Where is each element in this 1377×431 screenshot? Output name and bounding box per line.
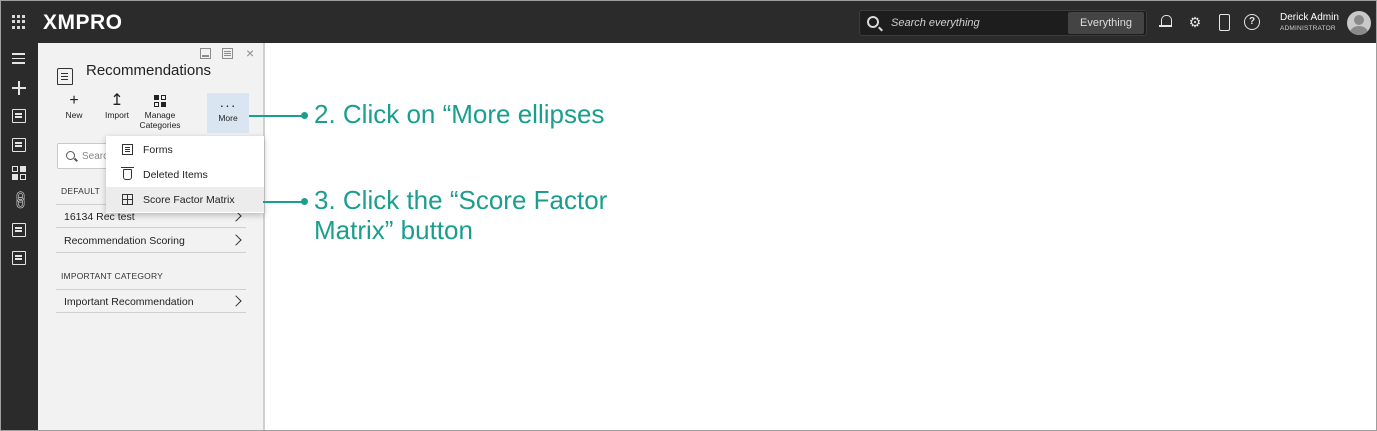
form-icon [122,144,133,155]
recommendations-panel: × Recommendations + New ↥ Import Manage … [38,43,265,430]
callout-line [249,115,305,117]
menu-item-label: Score Factor Matrix [143,194,235,206]
import-button[interactable]: ↥ Import [103,92,131,121]
import-button-label: Import [104,110,130,120]
top-bar: XMPRO Search everything Everything ⚙ ? D… [1,1,1376,43]
chevron-right-icon [230,295,242,307]
more-dropdown-menu: Forms Deleted Items Score Factor Matrix [106,136,264,213]
category-header-default: DEFAULT [61,186,101,196]
more-button-label: More [218,113,238,123]
callout-line [263,201,305,203]
dashboard-icon[interactable] [12,166,26,180]
search-scope-button[interactable]: Everything [1068,12,1144,34]
menu-item-deleted-items[interactable]: Deleted Items [106,162,264,187]
matrix-grid-icon [122,194,133,205]
global-search[interactable]: Search everything Everything [859,10,1147,36]
mobile-device-icon[interactable] [1216,14,1232,31]
list-item[interactable]: Recommendation Scoring [56,229,246,253]
left-nav-rail: 🔗︎ [1,43,38,430]
settings-gear-icon[interactable]: ⚙ [1187,14,1203,30]
user-role: ADMINISTRATOR [1280,25,1336,32]
link-icon[interactable]: 🔗︎ [8,188,32,212]
notifications-bell-icon[interactable] [1158,14,1174,30]
menu-item-label: Forms [143,144,173,156]
calculator-icon[interactable] [12,223,26,237]
menu-item-forms[interactable]: Forms [106,137,264,162]
minimize-panel-icon[interactable] [200,48,211,59]
category-header-important: IMPORTANT CATEGORY [61,271,163,281]
apps-grid-icon[interactable] [12,15,26,29]
trash-icon [121,167,134,180]
list-item-label: Important Recommendation [64,296,194,308]
user-name[interactable]: Derick Admin [1280,12,1339,23]
maximize-panel-icon[interactable] [222,48,233,59]
categories-grid-icon [154,95,166,107]
callout-dot [301,112,308,119]
data-stream-icon[interactable] [12,251,26,265]
close-panel-icon[interactable]: × [246,46,257,60]
global-search-placeholder: Search everything [891,17,980,29]
ellipsis-icon: ··· [219,97,237,113]
search-placeholder: Searc [82,151,109,162]
step-2-annotation: 2. Click on “More ellipses [314,99,605,129]
brand-logo[interactable]: XMPRO [43,11,123,35]
plus-icon: + [69,92,79,109]
user-avatar[interactable] [1347,11,1371,35]
add-icon[interactable] [12,81,26,95]
new-button[interactable]: + New [62,92,86,121]
menu-item-label: Deleted Items [143,169,208,181]
more-button[interactable]: ··· More [207,93,249,133]
search-icon [66,151,75,160]
recommendations-icon[interactable] [12,138,26,152]
search-icon [867,16,879,28]
manage-categories-label: Manage Categories [139,110,181,130]
manage-categories-button[interactable]: Manage Categories [137,93,183,130]
app-designer-icon[interactable] [12,109,26,123]
list-item[interactable]: Important Recommendation [56,289,246,313]
recommendations-scroll-icon [57,68,73,85]
panel-title: Recommendations [86,62,212,79]
upload-arrow-icon: ↥ [110,92,124,109]
help-icon[interactable]: ? [1244,14,1260,30]
callout-dot [301,198,308,205]
chevron-right-icon [230,234,242,246]
list-item-label: Recommendation Scoring [64,235,185,247]
menu-item-score-factor-matrix[interactable]: Score Factor Matrix [106,187,264,212]
step-3-annotation: 3. Click the “Score Factor Matrix” butto… [314,185,608,245]
hamburger-menu-icon[interactable] [12,53,26,67]
new-button-label: New [65,110,83,120]
